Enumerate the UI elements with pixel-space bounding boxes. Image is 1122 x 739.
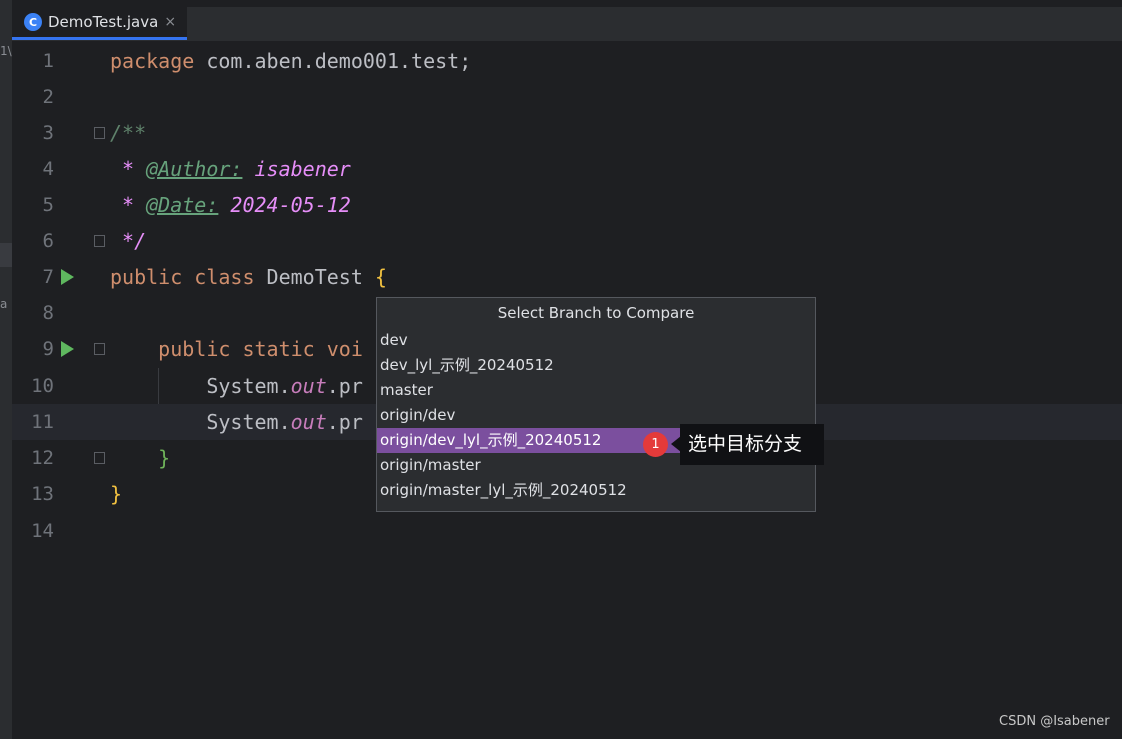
side-fragment-top: 1\ — [0, 44, 12, 58]
line-number: 5 — [42, 194, 54, 216]
line-number: 11 — [31, 411, 54, 433]
annotation-callout: 选中目标分支 — [680, 424, 824, 465]
branch-item-origin-master-lyl[interactable]: origin/master_lyl_示例_20240512 — [377, 478, 815, 503]
popup-title: Select Branch to Compare — [497, 304, 695, 322]
code-line: 1 package com.aben.demo001.test; — [12, 43, 1122, 79]
watermark: CSDN @Isabener — [999, 714, 1110, 729]
select-branch-popup: Select Branch to Compare dev dev_lyl_示例_… — [376, 297, 816, 512]
code-line: 2 — [12, 79, 1122, 115]
line-number: 9 — [42, 338, 54, 360]
close-icon[interactable]: × — [164, 14, 176, 30]
tab-filename: DemoTest.java — [48, 13, 159, 31]
java-class-icon: C — [24, 13, 42, 31]
code-line: 5 * @Date: 2024-05-12 — [12, 187, 1122, 223]
code-line: 4 * @Author: isabener — [12, 151, 1122, 187]
run-icon[interactable] — [61, 341, 74, 357]
branch-item-dev[interactable]: dev — [377, 328, 815, 353]
line-number: 3 — [42, 122, 54, 144]
code-line: 6 */ — [12, 223, 1122, 259]
fold-icon[interactable] — [94, 235, 105, 247]
run-icon[interactable] — [61, 269, 74, 285]
fold-icon[interactable] — [94, 127, 105, 139]
line-number: 14 — [31, 520, 54, 542]
tool-window-highlight — [0, 243, 12, 267]
branch-item-dev-lyl[interactable]: dev_lyl_示例_20240512 — [377, 353, 815, 378]
tool-window-strip: 1\ a — [0, 0, 12, 739]
line-number: 13 — [31, 483, 54, 505]
side-fragment-mid: a — [0, 297, 8, 311]
line-number: 12 — [31, 447, 54, 469]
step-badge: 1 — [643, 432, 668, 457]
line-number: 2 — [42, 86, 54, 108]
editor-tab-bar: C DemoTest.java × — [12, 0, 1122, 42]
code-line: 3 /** — [12, 115, 1122, 151]
line-number: 4 — [42, 158, 54, 180]
code-line: 14 — [12, 513, 1122, 549]
line-number: 7 — [42, 266, 54, 288]
fold-icon[interactable] — [94, 343, 105, 355]
line-number: 1 — [42, 50, 54, 72]
code-line: 7 public class DemoTest { — [12, 259, 1122, 295]
line-number: 6 — [42, 230, 54, 252]
fold-icon[interactable] — [94, 452, 105, 464]
line-number: 8 — [42, 302, 54, 324]
line-number: 10 — [31, 375, 54, 397]
branch-item-master[interactable]: master — [377, 378, 815, 403]
tab-demotest-java[interactable]: C DemoTest.java × — [12, 7, 187, 40]
